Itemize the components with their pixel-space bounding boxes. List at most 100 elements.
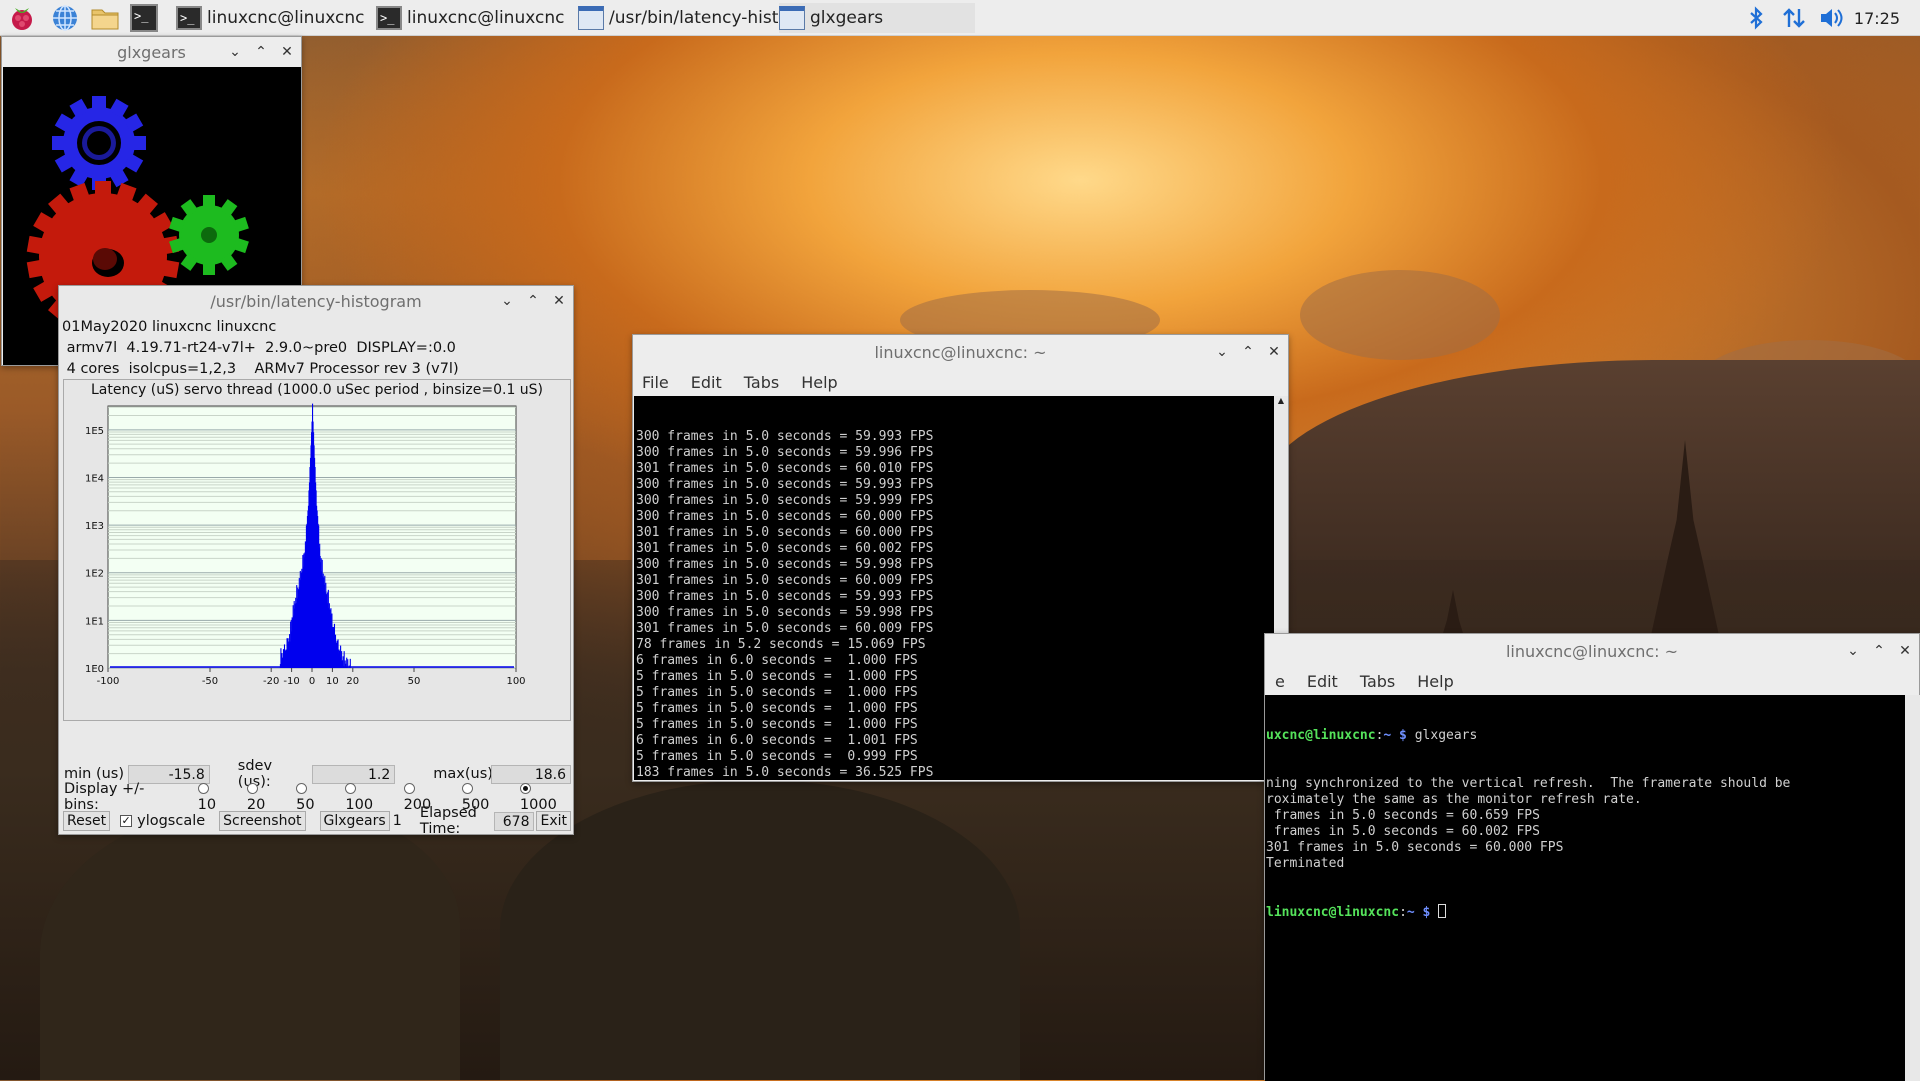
file-manager-icon[interactable]	[90, 4, 118, 32]
task-terminal-1[interactable]: >_ linuxcnc@linuxcnc: ~	[176, 3, 366, 33]
close-icon[interactable]: ✕	[551, 293, 567, 309]
close-icon[interactable]: ✕	[1266, 344, 1282, 360]
info-line-cpu: 4 cores isolcpus=1,2,3 ARMv7 Processor r…	[62, 359, 570, 380]
terminal-line: 300 frames in 5.0 seconds = 59.999 FPS	[636, 493, 1272, 509]
menu-edit[interactable]: Edit	[1307, 672, 1338, 691]
terminal-window-2: linuxcnc@linuxcnc: ~ ⌄ ⌃ ✕ e Edit Tabs H…	[1264, 633, 1920, 1080]
prompt-line: uxcnc@linuxcnc:~ $ glxgears	[1266, 728, 1904, 744]
maximize-icon[interactable]: ⌃	[1240, 344, 1256, 360]
web-browser-icon[interactable]	[51, 4, 79, 32]
terminal2-output[interactable]: uxcnc@linuxcnc:~ $ glxgears ning synchro…	[1265, 695, 1905, 1081]
terminal-line: roximately the same as the monitor refre…	[1266, 792, 1904, 808]
terminal-line: ning synchronized to the vertical refres…	[1266, 776, 1904, 792]
maximize-icon[interactable]: ⌃	[1871, 643, 1887, 659]
raspberry-menu-icon[interactable]	[8, 4, 36, 32]
histogram-bar	[347, 659, 348, 668]
task-glxgears[interactable]: glxgears	[779, 3, 975, 33]
menu-tabs[interactable]: Tabs	[744, 373, 779, 392]
minimize-icon[interactable]: ⌄	[499, 293, 515, 309]
terminal-line: 300 frames in 5.0 seconds = 59.996 FPS	[636, 445, 1272, 461]
info-line-date: 01May2020 linuxcnc linuxcnc	[62, 317, 570, 338]
screenshot-button[interactable]: Screenshot	[219, 811, 305, 831]
minimize-icon[interactable]: ⌄	[1845, 643, 1861, 659]
x-tick-label: 20	[346, 676, 359, 687]
histogram-bar	[345, 664, 346, 668]
radio-icon	[247, 783, 258, 794]
minimize-icon[interactable]: ⌄	[227, 44, 243, 60]
terminal2-titlebar[interactable]: linuxcnc@linuxcnc: ~ ⌄ ⌃ ✕	[1265, 634, 1919, 668]
task-terminal-2[interactable]: >_ linuxcnc@linuxcnc: ~	[376, 3, 566, 33]
bins-option-1000[interactable]: 1000	[520, 781, 571, 813]
maximize-icon[interactable]: ⌃	[525, 293, 541, 309]
checkmark-icon: ✓	[120, 815, 132, 827]
network-icon[interactable]	[1781, 5, 1807, 31]
menu-help[interactable]: Help	[1417, 672, 1453, 691]
task-latency-histogram[interactable]: /usr/bin/latency-histo...	[578, 3, 778, 33]
blue-gear	[52, 96, 146, 190]
menu-edit[interactable]: Edit	[691, 373, 722, 392]
close-icon[interactable]: ✕	[279, 44, 295, 60]
terminal-line: 300 frames in 5.0 seconds = 59.993 FPS	[636, 589, 1272, 605]
radio-icon	[345, 783, 356, 794]
bins-option-10[interactable]: 10	[198, 781, 231, 813]
menu-file[interactable]: e	[1275, 672, 1285, 691]
glxgears-titlebar[interactable]: glxgears ⌄ ⌃ ✕	[2, 37, 301, 67]
bins-option-50[interactable]: 50	[296, 781, 329, 813]
x-tick-label: 50	[408, 676, 421, 687]
y-tick-label: 1E3	[85, 521, 104, 532]
x-tick-label: -100	[97, 676, 120, 687]
window-title: linuxcnc@linuxcnc: ~	[1506, 642, 1678, 661]
text-cursor	[1438, 904, 1446, 918]
latency-histogram-window: /usr/bin/latency-histogram ⌄ ⌃ ✕ 01May20…	[58, 285, 574, 835]
menu-tabs[interactable]: Tabs	[1360, 672, 1395, 691]
y-tick-label: 1E2	[85, 569, 104, 580]
terminal1-titlebar[interactable]: linuxcnc@linuxcnc: ~ ⌄ ⌃ ✕	[633, 335, 1288, 369]
radio-icon	[462, 783, 473, 794]
reset-button[interactable]: Reset	[63, 811, 110, 831]
radio-icon	[404, 783, 415, 794]
window-title: linuxcnc@linuxcnc: ~	[874, 343, 1046, 362]
prompt-line: linuxcnc@linuxcnc:~ $	[1266, 904, 1904, 921]
menu-file[interactable]: File	[642, 373, 669, 392]
bins-option-100[interactable]: 100	[345, 781, 387, 813]
terminal-line: 301 frames in 5.0 seconds = 60.010 FPS	[636, 461, 1272, 477]
terminal-window-1: linuxcnc@linuxcnc: ~ ⌄ ⌃ ✕ File Edit Tab…	[632, 334, 1289, 782]
green-gear	[169, 195, 249, 275]
maximize-icon[interactable]: ⌃	[253, 44, 269, 60]
close-icon[interactable]: ✕	[1897, 643, 1913, 659]
bluetooth-icon[interactable]	[1743, 5, 1769, 31]
terminal-line: 5 frames in 5.0 seconds = 1.000 FPS	[636, 701, 1272, 717]
menu-help[interactable]: Help	[801, 373, 837, 392]
ylogscale-checkbox[interactable]: ✓ ylogscale	[120, 813, 205, 829]
terminal-line: 301 frames in 5.0 seconds = 60.002 FPS	[636, 541, 1272, 557]
terminal1-output[interactable]: 300 frames in 5.0 seconds = 59.993 FPS30…	[634, 396, 1274, 780]
terminal-line: frames in 5.0 seconds = 60.659 FPS	[1266, 808, 1904, 824]
terminal-launcher-icon[interactable]: >_	[130, 4, 158, 32]
terminal2-scrollbar[interactable]	[1905, 695, 1920, 1081]
x-tick-label: 0	[309, 676, 315, 687]
y-tick-label: 1E1	[85, 616, 104, 627]
glxgears-button[interactable]: Glxgears	[320, 811, 390, 831]
terminal-line: 6 frames in 6.0 seconds = 1.001 FPS	[636, 733, 1272, 749]
terminal-line: 5 frames in 5.0 seconds = 1.000 FPS	[636, 685, 1272, 701]
terminal2-menubar: e Edit Tabs Help	[1265, 668, 1919, 694]
terminal-line: 183 frames in 5.0 seconds = 36.525 FPS	[636, 765, 1272, 780]
x-tick-label: -20	[263, 676, 279, 687]
terminal-line: 301 frames in 5.0 seconds = 60.009 FPS	[636, 621, 1272, 637]
terminal-icon: >_	[376, 6, 402, 30]
y-tick-label: 1E0	[85, 664, 104, 675]
terminal-line: 78 frames in 5.2 seconds = 15.069 FPS	[636, 637, 1272, 653]
latency-titlebar[interactable]: /usr/bin/latency-histogram ⌄ ⌃ ✕	[59, 286, 573, 316]
exit-button[interactable]: Exit	[536, 811, 571, 831]
histogram-bar	[349, 666, 350, 668]
histogram-bar	[350, 659, 351, 668]
window-icon	[578, 6, 604, 30]
scroll-up-icon[interactable]: ▲	[1274, 396, 1288, 406]
task-label: linuxcnc@linuxcnc: ~	[207, 8, 366, 28]
volume-icon[interactable]	[1818, 5, 1844, 31]
minimize-icon[interactable]: ⌄	[1214, 344, 1230, 360]
terminal-line: 300 frames in 5.0 seconds = 59.998 FPS	[636, 557, 1272, 573]
terminal-line: 5 frames in 5.0 seconds = 1.000 FPS	[636, 717, 1272, 733]
terminal-line: 300 frames in 5.0 seconds = 59.993 FPS	[636, 429, 1272, 445]
bins-option-20[interactable]: 20	[247, 781, 280, 813]
